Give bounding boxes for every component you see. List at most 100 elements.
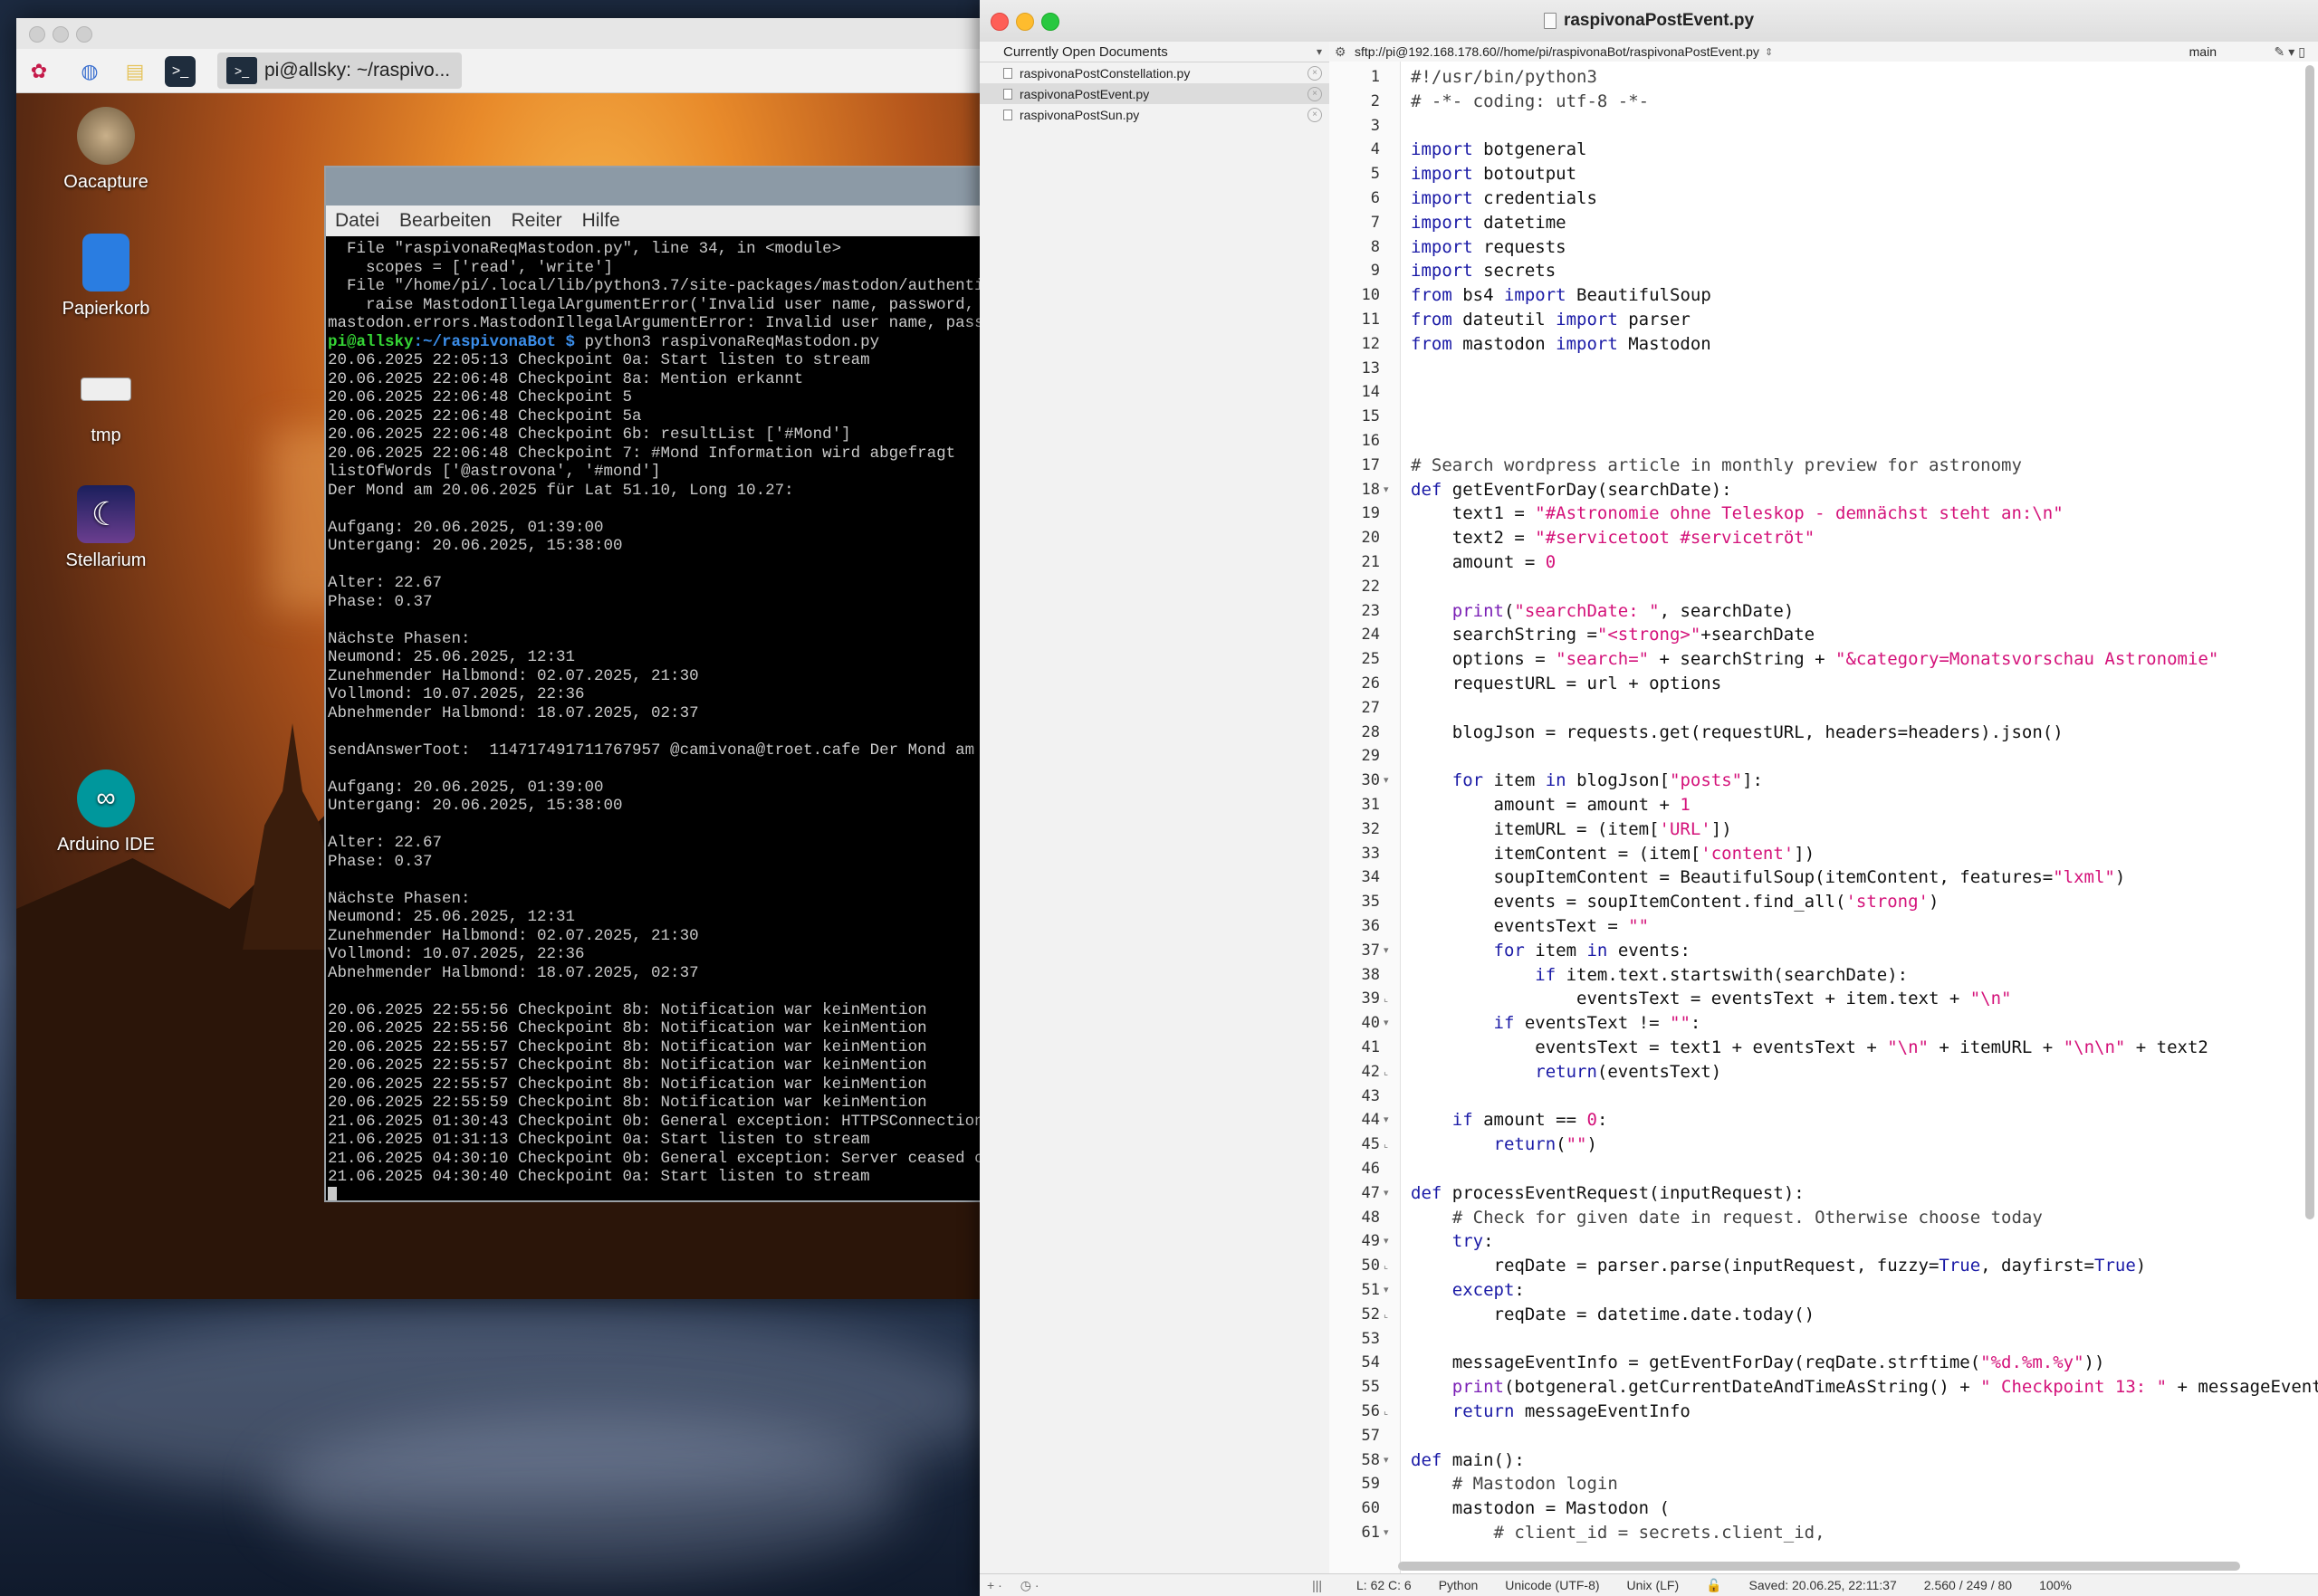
zoom-button[interactable] <box>1041 13 1059 31</box>
fold-marker-icon[interactable]: ▾ <box>1384 1278 1389 1303</box>
menu-bearbeiten[interactable]: Bearbeiten <box>399 210 492 232</box>
code-line[interactable]: print(botgeneral.getCurrentDateAndTimeAs… <box>1411 1375 2318 1400</box>
open-document-item[interactable]: raspivonaPostConstellation.py × <box>980 62 1329 83</box>
code-line[interactable]: reqDate = parser.parse(inputRequest, fuz… <box>1411 1254 2147 1278</box>
code-line[interactable]: if item.text.startswith(searchDate): <box>1411 963 1908 988</box>
lock-icon[interactable]: 🔓 <box>1706 1578 1721 1593</box>
code-line[interactable]: amount = amount + 1 <box>1411 793 1691 817</box>
menu-hilfe[interactable]: Hilfe <box>582 210 620 232</box>
fold-marker-icon[interactable]: ▾ <box>1384 1448 1389 1473</box>
code-line[interactable]: return(eventsText) <box>1411 1060 1721 1085</box>
code-line[interactable]: itemURL = (item['URL']) <box>1411 817 1732 842</box>
chevron-updown-icon[interactable]: ⇕ <box>1765 46 1773 58</box>
fold-marker-icon[interactable]: ▾ <box>1384 769 1389 793</box>
gear-icon[interactable]: ⚙ <box>1335 44 1346 60</box>
sidebar-resize-handle[interactable]: ||| <box>1312 1578 1322 1592</box>
fold-marker-icon[interactable]: ▾ <box>1384 1181 1389 1206</box>
close-button[interactable] <box>29 26 45 43</box>
code-line[interactable]: messageEventInfo = getEventForDay(reqDat… <box>1411 1351 2105 1375</box>
code-line[interactable]: import credentials <box>1411 186 1597 211</box>
code-line[interactable]: eventsText = "" <box>1411 914 1650 939</box>
code-line[interactable]: except: <box>1411 1278 1525 1303</box>
encoding-popup[interactable]: Unicode (UTF-8) <box>1505 1578 1599 1592</box>
code-line[interactable]: for item in events: <box>1411 939 1691 963</box>
minimize-button[interactable] <box>1016 13 1034 31</box>
fold-marker-icon[interactable]: ▾ <box>1384 478 1389 502</box>
file-path-popup[interactable]: sftp://pi@192.168.178.60//home/pi/raspiv… <box>1355 44 1759 59</box>
document-stats[interactable]: 2.560 / 249 / 80 <box>1924 1578 2012 1592</box>
editor-titlebar[interactable]: raspivonaPostEvent.py <box>980 0 2318 43</box>
cursor-position[interactable]: L: 62 C: 6 <box>1356 1578 1412 1592</box>
taskbar-terminal-task[interactable]: >_ pi@allsky: ~/raspivo... <box>217 53 462 89</box>
code-line[interactable]: def main(): <box>1411 1448 1525 1473</box>
code-line[interactable]: options = "search=" + searchString + "&c… <box>1411 647 2219 672</box>
zoom-button[interactable] <box>76 26 92 43</box>
menu-reiter[interactable]: Reiter <box>512 210 562 232</box>
code-line[interactable]: from mastodon import Mastodon <box>1411 332 1711 357</box>
code-line[interactable]: reqDate = datetime.date.today() <box>1411 1303 1815 1327</box>
code-line[interactable]: return messageEventInfo <box>1411 1400 1691 1424</box>
close-document-icon[interactable]: × <box>1307 86 1322 101</box>
code-line[interactable]: events = soupItemContent.find_all('stron… <box>1411 890 1940 914</box>
fold-marker-icon[interactable]: ⌞ <box>1384 1303 1388 1327</box>
fold-marker-icon[interactable]: ⌞ <box>1384 987 1388 1011</box>
raspberry-menu-icon[interactable]: ✿ <box>24 56 54 87</box>
vnc-titlebar[interactable] <box>16 18 985 50</box>
code-line[interactable]: from bs4 import BeautifulSoup <box>1411 283 1711 308</box>
minimize-button[interactable] <box>53 26 69 43</box>
desktop-icon-stellarium[interactable]: ☾ Stellarium <box>34 485 177 571</box>
sidebar-header[interactable]: Currently Open Documents ▾ <box>980 42 1329 62</box>
language-popup[interactable]: Python <box>1439 1578 1479 1592</box>
code-line[interactable]: eventsText = text1 + eventsText + "\n" +… <box>1411 1036 2208 1060</box>
desktop-icon-papierkorb[interactable]: Papierkorb <box>34 234 177 320</box>
code-line[interactable]: import botoutput <box>1411 162 1576 186</box>
code-line[interactable]: def getEventForDay(searchDate): <box>1411 478 1732 502</box>
code-line[interactable]: def processEventRequest(inputRequest): <box>1411 1181 1805 1206</box>
code-line[interactable]: try: <box>1411 1229 1494 1254</box>
fold-marker-icon[interactable]: ⌞ <box>1384 1060 1388 1085</box>
function-popup[interactable]: main <box>2189 44 2217 59</box>
fold-marker-icon[interactable]: ⌞ <box>1384 1254 1388 1278</box>
code-line[interactable]: requestURL = url + options <box>1411 672 1721 696</box>
browser-globe-icon[interactable]: ◍ <box>74 56 105 87</box>
vnc-viewer-window[interactable]: ✿ ◍ ▤ >_ >_ pi@allsky: ~/raspivo... Oaca… <box>16 18 985 1299</box>
file-manager-folder-icon[interactable]: ▤ <box>120 56 150 87</box>
code-line[interactable]: soupItemContent = BeautifulSoup(itemCont… <box>1411 865 2126 890</box>
line-endings-popup[interactable]: Unix (LF) <box>1627 1578 1680 1592</box>
code-line[interactable]: # Search wordpress article in monthly pr… <box>1411 454 2022 478</box>
bbedit-window[interactable]: raspivonaPostEvent.py Currently Open Doc… <box>980 0 2318 1596</box>
code-line[interactable]: mastodon = Mastodon ( <box>1411 1496 1670 1521</box>
desktop-icon-tmp[interactable]: tmp <box>34 360 177 446</box>
code-line[interactable]: searchString ="<strong>"+searchDate <box>1411 623 1815 647</box>
code-line[interactable]: from dateutil import parser <box>1411 308 1691 332</box>
horizontal-scrollbar[interactable] <box>1398 1562 2240 1571</box>
menu-datei[interactable]: Datei <box>335 210 379 232</box>
recent-documents-button[interactable]: ◷ · <box>1020 1578 1039 1593</box>
close-document-icon[interactable]: × <box>1307 107 1322 122</box>
code-line[interactable]: import botgeneral <box>1411 138 1586 162</box>
code-line[interactable]: for item in blogJson["posts"]: <box>1411 769 1763 793</box>
zoom-level[interactable]: 100% <box>2039 1578 2072 1592</box>
fold-marker-icon[interactable]: ⌞ <box>1384 1400 1388 1424</box>
fold-marker-icon[interactable]: ⌞ <box>1384 1132 1388 1157</box>
code-line[interactable]: # -*- coding: utf-8 -*- <box>1411 90 1649 114</box>
code-line[interactable]: # client_id = secrets.client_id, <box>1411 1521 1825 1545</box>
terminal-output[interactable]: File "raspivonaReqMastodon.py", line 34,… <box>326 236 985 1200</box>
fold-marker-icon[interactable]: ▾ <box>1384 939 1389 963</box>
open-document-item[interactable]: raspivonaPostSun.py × <box>980 104 1329 125</box>
fold-marker-icon[interactable]: ▾ <box>1384 1521 1389 1545</box>
code-line[interactable]: if amount == 0: <box>1411 1108 1608 1132</box>
terminal-titlebar[interactable] <box>326 167 985 205</box>
code-editor[interactable]: 1 2 3 4 5 6 7 8 9 10 11 12 13 14 15 16 17 18 ▾ 19 20 21 22 23 24… <box>1329 62 2318 1574</box>
fold-marker-icon[interactable]: ▾ <box>1384 1108 1389 1132</box>
lxterminal-window[interactable]: Datei Bearbeiten Reiter Hilfe File "rasp… <box>324 166 985 1202</box>
code-line[interactable]: #!/usr/bin/python3 <box>1411 65 1597 90</box>
pencil-icon[interactable]: ✎▾▯ <box>2275 44 2309 60</box>
code-line[interactable]: text1 = "#Astronomie ohne Teleskop - dem… <box>1411 502 2064 526</box>
code-line[interactable]: import datetime <box>1411 211 1566 235</box>
code-line[interactable]: print("searchDate: ", searchDate) <box>1411 599 1795 624</box>
code-line[interactable]: eventsText = eventsText + item.text + "\… <box>1411 987 2011 1011</box>
vertical-scrollbar[interactable] <box>2305 65 2314 1219</box>
chevron-down-icon[interactable]: ▾ <box>1317 45 1322 58</box>
fold-marker-icon[interactable]: ▾ <box>1384 1011 1389 1036</box>
